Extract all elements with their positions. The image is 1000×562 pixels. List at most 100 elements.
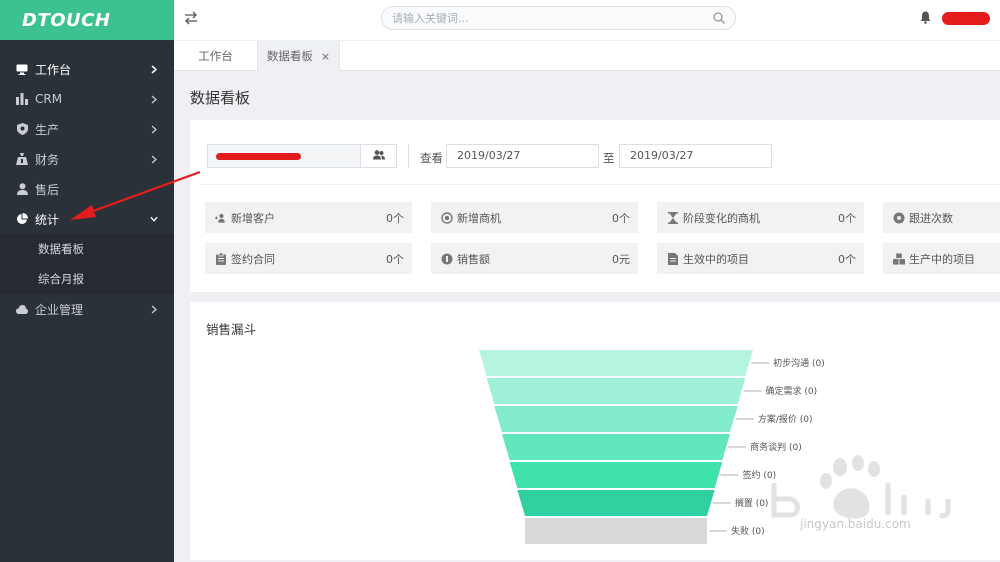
chevron-right-icon (150, 94, 158, 104)
stat-value: 0个 (386, 252, 404, 266)
swap-icon[interactable] (184, 11, 200, 27)
page-title: 数据看板 (190, 89, 251, 107)
sidebar-item-label: 工作台 (35, 62, 72, 77)
stat-new-opportunities[interactable]: 新增商机 0个 (431, 202, 638, 233)
sidebar-item-label: 统计 (35, 212, 60, 227)
stat-label: 签约合同 (231, 252, 275, 266)
stat-label: 生效中的项目 (683, 252, 749, 266)
sidebar-subitem-label: 综合月报 (38, 272, 84, 286)
stat-value: 0个 (612, 211, 630, 225)
chevron-right-icon (150, 154, 158, 164)
sidebar-subitem-monthly-report[interactable]: 综合月报 (0, 264, 174, 294)
sidebar-item-after-sales[interactable]: 售后 (0, 174, 174, 204)
stat-label: 跟进次数 (909, 211, 953, 225)
bar-chart-icon (16, 93, 28, 105)
money-bag-icon (16, 153, 28, 165)
start-date-field[interactable]: 2019/03/27 (446, 144, 599, 168)
statistics-submenu: 数据看板 综合月报 (0, 234, 174, 294)
stat-new-customers[interactable]: 新增客户 0个 (205, 202, 412, 233)
overview-panel: 查看 2019/03/27 至 2019/03/27 新增客户 0个 新增商机 … (190, 120, 1000, 292)
to-label: 至 (603, 151, 615, 165)
funnel-stage-label: 确定需求 (0) (766, 385, 818, 397)
chevron-right-icon (150, 64, 158, 74)
add-customer-icon (215, 212, 227, 224)
sidebar-item-statistics[interactable]: 统计 (0, 204, 174, 234)
stat-stage-changed[interactable]: 阶段变化的商机 0个 (657, 202, 864, 233)
stat-label: 新增商机 (457, 211, 501, 225)
stat-producing-projects[interactable]: 生产中的项目 (883, 243, 1000, 274)
coin-icon (441, 253, 453, 265)
sidebar-subitem-label: 数据看板 (38, 242, 84, 256)
chevron-right-icon (150, 304, 158, 314)
sidebar-item-label: 企业管理 (35, 302, 84, 317)
tab-label: 工作台 (198, 49, 233, 63)
funnel-stage-label: 方案/报价 (0) (758, 413, 813, 425)
sidebar-item-label: 售后 (35, 182, 60, 197)
stat-value: 0个 (838, 252, 856, 266)
sidebar-item-production[interactable]: 生产 (0, 114, 174, 144)
clipboard-icon (215, 252, 227, 265)
chevron-right-icon (150, 124, 158, 134)
cubes-icon (893, 252, 905, 265)
user-icon (16, 183, 28, 195)
chevron-down-icon (150, 214, 158, 224)
view-label: 查看 (420, 151, 443, 165)
stat-active-projects[interactable]: 生效中的项目 0个 (657, 243, 864, 274)
funnel-stage-2[interactable] (494, 406, 738, 432)
sidebar-nav: 工作台 CRM 生产 财务 售后 统计 (0, 40, 174, 234)
stat-value: 0元 (612, 252, 630, 266)
tab-label: 数据看板 (266, 49, 313, 63)
people-icon (372, 149, 385, 163)
sidebar-item-enterprise[interactable]: 企业管理 (0, 294, 174, 324)
shield-icon (16, 123, 28, 135)
stat-followups[interactable]: 跟进次数 (883, 202, 1000, 233)
stat-value: 0个 (386, 211, 404, 225)
stat-signed-contracts[interactable]: 签约合同 0个 (205, 243, 412, 274)
redacted-staff-name (216, 153, 301, 160)
funnel-stage-0[interactable] (479, 350, 753, 376)
funnel-stage-6[interactable] (525, 518, 707, 544)
stat-label: 新增客户 (231, 211, 275, 225)
logo-text: DTOUCH (22, 9, 111, 31)
divider (408, 144, 409, 168)
tab-dashboard[interactable]: 数据看板 × (257, 41, 340, 71)
sidebar: DTOUCH 工作台 CRM 生产 财务 售后 统计 数据看板 综合月报 企业管… (0, 0, 174, 562)
app-logo[interactable]: DTOUCH (0, 0, 174, 40)
funnel-stage-5[interactable] (517, 490, 715, 516)
funnel-stage-1[interactable] (486, 378, 746, 404)
document-icon (667, 252, 679, 265)
sidebar-item-finance[interactable]: 财务 (0, 144, 174, 174)
stat-label: 生产中的项目 (909, 252, 975, 266)
top-bar (174, 0, 1000, 40)
target-icon (441, 211, 453, 224)
hourglass-icon (667, 211, 679, 224)
watermark-text: jingyan.baidu.com (800, 517, 911, 531)
select-people-button[interactable] (360, 144, 397, 168)
stat-sales-amount[interactable]: 销售额 0元 (431, 243, 638, 274)
redacted-username[interactable] (942, 12, 990, 25)
close-icon[interactable]: × (321, 50, 330, 63)
sidebar-item-workbench[interactable]: 工作台 (0, 54, 174, 84)
search-box (381, 6, 736, 30)
circle-dot-icon (893, 212, 905, 224)
funnel-stage-3[interactable] (502, 434, 730, 460)
stat-label: 销售额 (457, 252, 490, 266)
search-icon[interactable] (713, 12, 725, 24)
divider (200, 184, 1000, 185)
sidebar-item-label: CRM (35, 92, 63, 106)
pie-chart-icon (16, 213, 28, 225)
tab-workbench[interactable]: 工作台 (174, 41, 257, 71)
funnel-stage-label: 商务谈判 (0) (750, 441, 802, 453)
funnel-stage-4[interactable] (509, 462, 723, 488)
sidebar-item-label: 生产 (35, 122, 60, 137)
sidebar-item-label: 财务 (35, 152, 60, 167)
funnel-stage-label: 初步沟通 (0) (773, 357, 825, 369)
sidebar-nav-bottom: 企业管理 (0, 294, 174, 324)
stat-label: 阶段变化的商机 (683, 211, 760, 225)
end-date-field[interactable]: 2019/03/27 (619, 144, 772, 168)
search-input[interactable] (392, 10, 692, 26)
sidebar-subitem-dashboard[interactable]: 数据看板 (0, 234, 174, 264)
bell-icon[interactable] (920, 11, 932, 24)
sidebar-item-crm[interactable]: CRM (0, 84, 174, 114)
monitor-icon (16, 63, 28, 75)
